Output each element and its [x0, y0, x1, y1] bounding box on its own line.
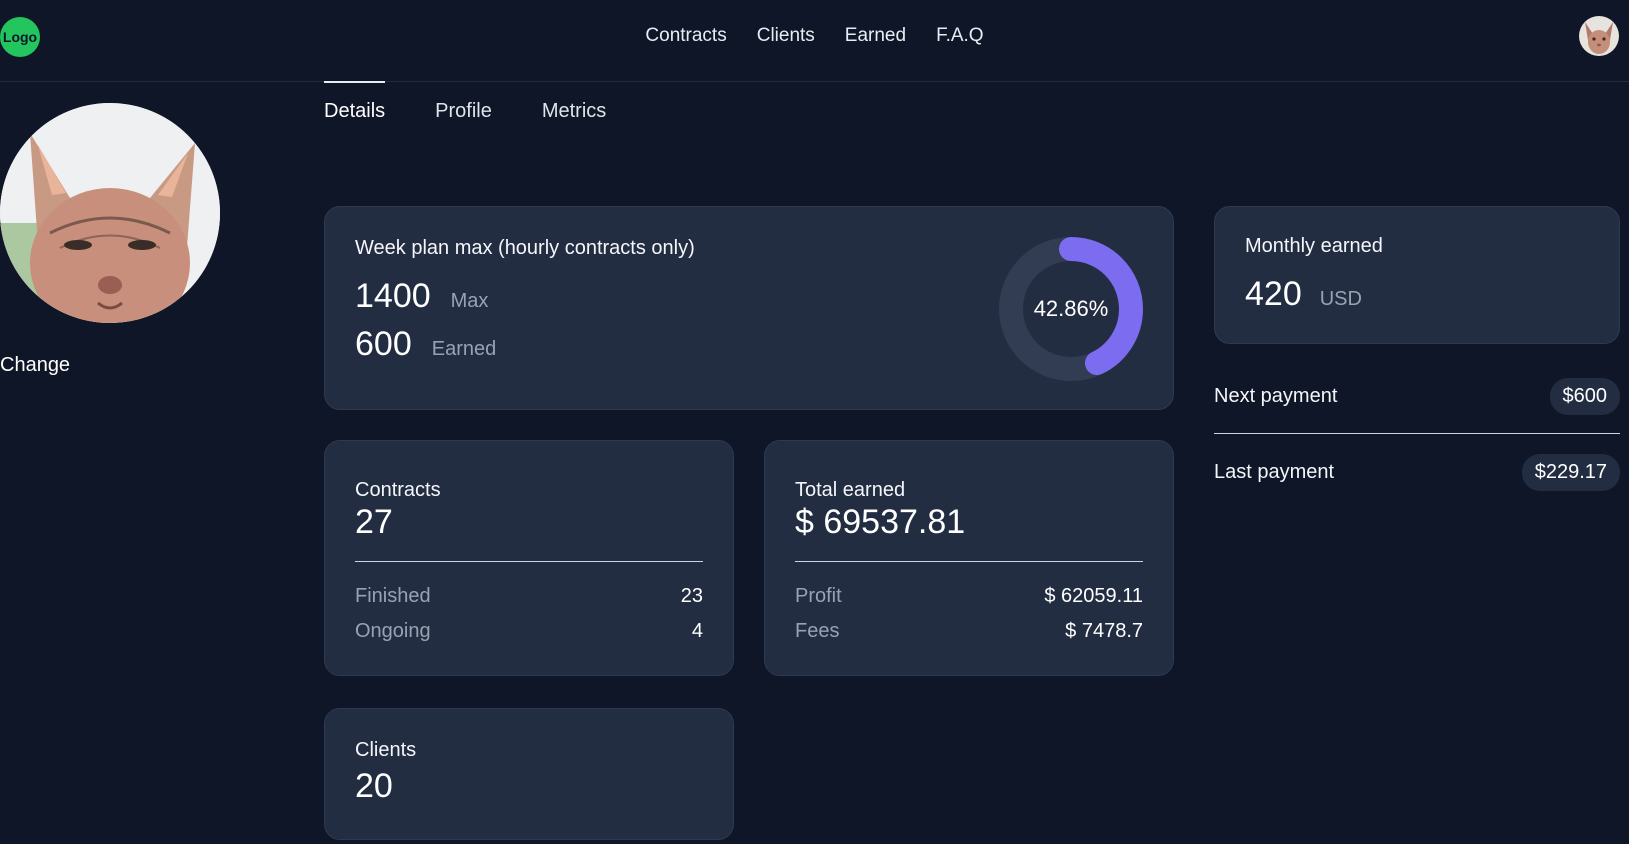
last-payment-badge: $229.17 [1521, 454, 1620, 491]
plan-earned-value: 600 [355, 325, 412, 363]
contracts-total: 27 [355, 503, 393, 541]
total-earned-value: $ 69537.81 [795, 503, 966, 541]
plan-max-value: 1400 [355, 277, 431, 315]
donut-percent-label: 42.86% [1033, 296, 1109, 321]
plan-earned-row: 600 Earned [355, 325, 496, 364]
next-payment-row: Next payment $600 [1214, 378, 1620, 415]
fees-row: Fees $ 7478.7 [795, 620, 1143, 643]
plan-max-row: 1400 Max [355, 277, 488, 316]
stat-label: Profit [795, 585, 842, 607]
monthly-earned-card: Monthly earned 420 USD [1214, 206, 1620, 344]
logo[interactable]: Logo [0, 17, 40, 57]
plan-earned-label: Earned [431, 338, 497, 360]
contracts-title: Contracts [355, 479, 441, 501]
next-payment-badge: $600 [1549, 378, 1620, 415]
top-navbar: Logo Contracts Clients Earned F.A.Q [0, 0, 1629, 82]
stat-value: 23 [680, 585, 703, 607]
contracts-card: Contracts 27 Finished 23 Ongoing 4 [324, 440, 734, 676]
tab-bar: Details Profile Metrics [324, 81, 606, 122]
last-payment-label: Last payment [1214, 461, 1335, 483]
monthly-earned-title: Monthly earned [1245, 235, 1383, 257]
monthly-earned-value: 420 [1245, 275, 1302, 313]
plan-max-label: Max [450, 290, 489, 312]
nav-link-contracts[interactable]: Contracts [645, 25, 726, 47]
stat-label: Ongoing [355, 620, 431, 642]
total-earned-title: Total earned [795, 479, 906, 501]
clients-title: Clients [355, 739, 417, 761]
stat-value: 4 [691, 620, 703, 642]
tab-details[interactable]: Details [324, 81, 386, 122]
tab-profile[interactable]: Profile [435, 82, 492, 122]
total-earned-card: Total earned $ 69537.81 Profit $ 62059.1… [764, 440, 1174, 676]
profit-row: Profit $ 62059.11 [795, 585, 1143, 608]
last-payment-row: Last payment $229.17 [1214, 454, 1620, 491]
profile-photo [0, 103, 220, 323]
stat-label: Finished [355, 585, 431, 607]
main-nav: Contracts Clients Earned F.A.Q [0, 0, 1629, 72]
change-photo-button[interactable]: Change [0, 354, 70, 377]
nav-link-faq[interactable]: F.A.Q [936, 25, 984, 47]
divider [355, 561, 703, 562]
week-plan-title: Week plan max (hourly contracts only) [355, 237, 695, 259]
next-payment-label: Next payment [1214, 385, 1338, 407]
divider [1214, 433, 1620, 434]
nav-link-clients[interactable]: Clients [757, 25, 815, 47]
stat-value: $ 62059.11 [1044, 585, 1143, 607]
clients-total: 20 [355, 767, 393, 805]
week-plan-card: Week plan max (hourly contracts only) 14… [324, 206, 1174, 410]
divider [795, 561, 1143, 562]
stat-label: Fees [795, 620, 840, 642]
stat-value: $ 7478.7 [1065, 620, 1143, 642]
nav-link-earned[interactable]: Earned [845, 25, 906, 47]
clients-card: Clients 20 [324, 708, 734, 840]
monthly-earned-row: 420 USD [1245, 275, 1362, 314]
user-avatar[interactable] [1579, 16, 1619, 56]
contracts-finished-row: Finished 23 [355, 585, 703, 608]
tab-metrics[interactable]: Metrics [542, 82, 606, 122]
monthly-earned-unit: USD [1319, 288, 1362, 310]
contracts-ongoing-row: Ongoing 4 [355, 620, 703, 643]
